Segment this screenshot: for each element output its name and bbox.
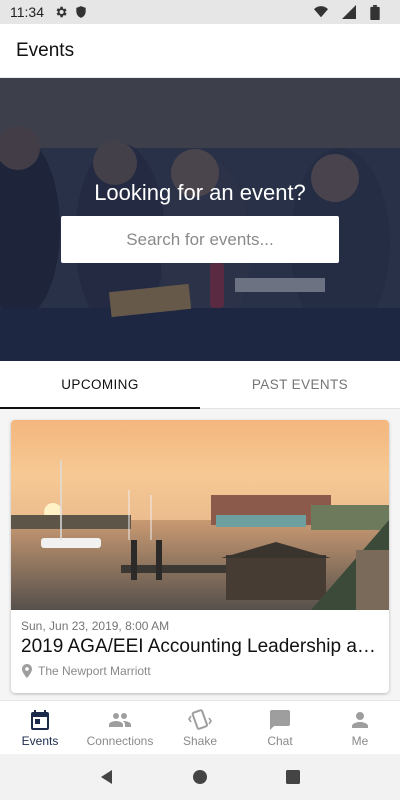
event-list: Sun, Jun 23, 2019, 8:00 AM 2019 AGA/EEI … — [0, 409, 400, 700]
location-pin-icon — [21, 664, 33, 678]
page-title: Events — [16, 39, 75, 61]
shake-phone-icon — [188, 708, 212, 732]
people-icon — [108, 708, 132, 732]
event-title: 2019 AGA/EEI Accounting Leadership and C… — [21, 636, 381, 657]
app-bar: Events — [0, 24, 400, 78]
nav-connections-label: Connections — [86, 733, 154, 748]
tab-upcoming[interactable]: UPCOMING — [0, 361, 200, 409]
nav-me-label: Me — [351, 733, 369, 748]
calendar-icon — [28, 708, 52, 732]
hero-banner: Looking for an event? — [0, 78, 400, 361]
wifi-icon — [314, 5, 328, 19]
nav-shake-label: Shake — [182, 733, 218, 748]
system-nav-bar — [0, 754, 400, 800]
back-icon[interactable] — [98, 768, 116, 786]
event-location-label: The Newport Marriott — [38, 664, 151, 678]
nav-events[interactable]: Events — [0, 701, 80, 754]
bottom-nav: Events Connections Shake Chat Me — [0, 700, 400, 754]
event-date: Sun, Jun 23, 2019, 8:00 AM — [21, 619, 170, 633]
status-bar: 11:34 — [0, 0, 400, 24]
nav-chat[interactable]: Chat — [240, 701, 320, 754]
status-right-icons — [314, 5, 390, 20]
home-icon[interactable] — [191, 768, 209, 786]
signal-icon — [342, 5, 356, 19]
event-tabs: UPCOMING PAST EVENTS — [0, 361, 400, 409]
battery-icon — [370, 5, 384, 20]
tab-past-events[interactable]: PAST EVENTS — [200, 361, 400, 408]
recents-icon[interactable] — [284, 768, 302, 786]
nav-connections[interactable]: Connections — [80, 701, 160, 754]
hero-prompt: Looking for an event? — [94, 180, 306, 205]
gear-icon — [54, 5, 68, 19]
nav-chat-label: Chat — [267, 733, 293, 748]
nav-me[interactable]: Me — [320, 701, 400, 754]
event-location: The Newport Marriott — [21, 664, 151, 678]
status-time: 11:34 — [10, 4, 44, 20]
shield-icon — [74, 5, 88, 19]
nav-events-label: Events — [21, 733, 59, 748]
nav-shake[interactable]: Shake — [160, 701, 240, 754]
person-icon — [348, 708, 372, 732]
event-card[interactable]: Sun, Jun 23, 2019, 8:00 AM 2019 AGA/EEI … — [11, 420, 389, 693]
search-input[interactable] — [61, 216, 339, 263]
event-image — [11, 420, 389, 610]
chat-icon — [268, 708, 292, 732]
